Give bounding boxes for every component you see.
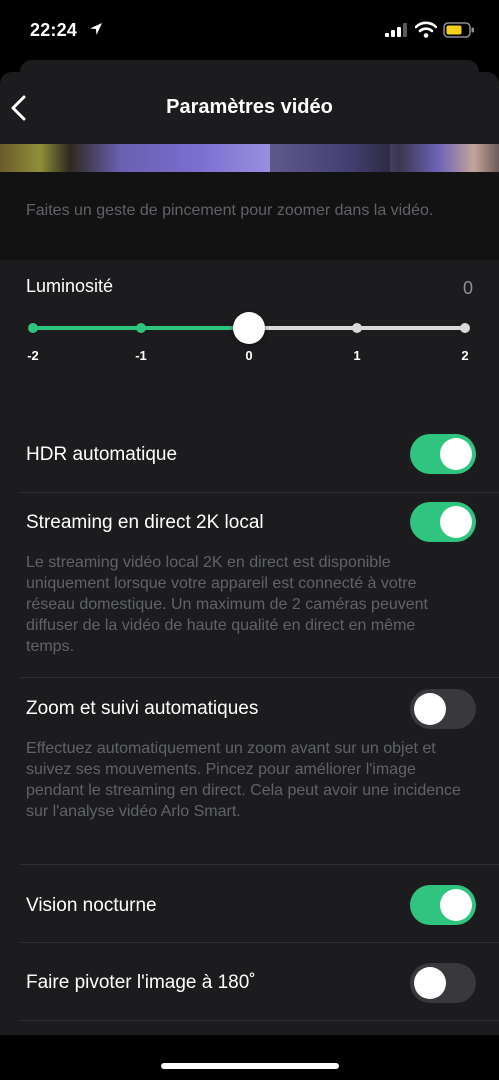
slider-thumb[interactable] <box>233 312 265 344</box>
toggle-knob <box>414 967 446 999</box>
auto-zoom-description: Effectuez automatiquement un zoom avant … <box>26 740 461 820</box>
divider <box>20 942 499 943</box>
signal-icon <box>385 23 407 37</box>
streaming-2k-label: Streaming en direct 2K local <box>26 512 264 533</box>
brightness-value: 0 <box>462 278 473 298</box>
video-preview-shade <box>270 144 390 172</box>
page-title: Paramètres vidéo <box>166 96 333 118</box>
navigation-bar: Paramètres vidéo <box>0 72 499 144</box>
bottom-safe-area <box>0 1035 499 1080</box>
divider <box>20 1020 499 1021</box>
status-bar: 22:24 <box>0 0 499 60</box>
home-indicator[interactable] <box>161 1063 339 1069</box>
rotate-label: Faire pivoter l'image à 180˚ <box>26 972 256 993</box>
slider-stop-dot[interactable] <box>460 323 470 333</box>
toggle-knob <box>440 438 472 470</box>
toggle-knob <box>414 693 446 725</box>
slider-tick-label: -1 <box>135 348 147 363</box>
streaming-2k-toggle[interactable] <box>410 502 476 542</box>
wifi-icon <box>415 21 437 38</box>
divider <box>20 677 499 678</box>
location-arrow-icon <box>90 23 102 35</box>
hdr-auto-label: HDR automatique <box>26 444 178 465</box>
slider-tick-label: 1 <box>353 348 361 363</box>
video-hint-text: Faites un geste de pincement pour zoomer… <box>26 202 434 219</box>
streaming-2k-description: Le streaming vidéo local 2K en direct es… <box>26 554 428 655</box>
status-time: 22:24 <box>30 20 78 40</box>
battery-icon <box>443 22 474 38</box>
toggle-knob <box>440 889 472 921</box>
slider-stop-dot[interactable] <box>352 323 362 333</box>
auto-zoom-toggle[interactable] <box>410 689 476 729</box>
toggle-knob <box>440 506 472 538</box>
slider-stop-dot[interactable] <box>136 323 146 333</box>
brightness-slider[interactable] <box>28 312 470 344</box>
hdr-auto-toggle[interactable] <box>410 434 476 474</box>
rotate-toggle[interactable] <box>410 963 476 1003</box>
slider-tick-label: 0 <box>245 348 253 363</box>
night-vision-toggle[interactable] <box>410 885 476 925</box>
slider-stop-dot[interactable] <box>28 323 38 333</box>
brightness-label: Luminosité <box>26 276 114 296</box>
video-preview[interactable] <box>0 144 499 172</box>
slider-tick-label: 2 <box>461 348 469 363</box>
divider <box>20 492 499 493</box>
divider <box>20 864 499 865</box>
night-vision-label: Vision nocturne <box>26 895 157 916</box>
slider-tick-label: -2 <box>27 348 39 363</box>
auto-zoom-label: Zoom et suivi automatiques <box>26 698 259 719</box>
